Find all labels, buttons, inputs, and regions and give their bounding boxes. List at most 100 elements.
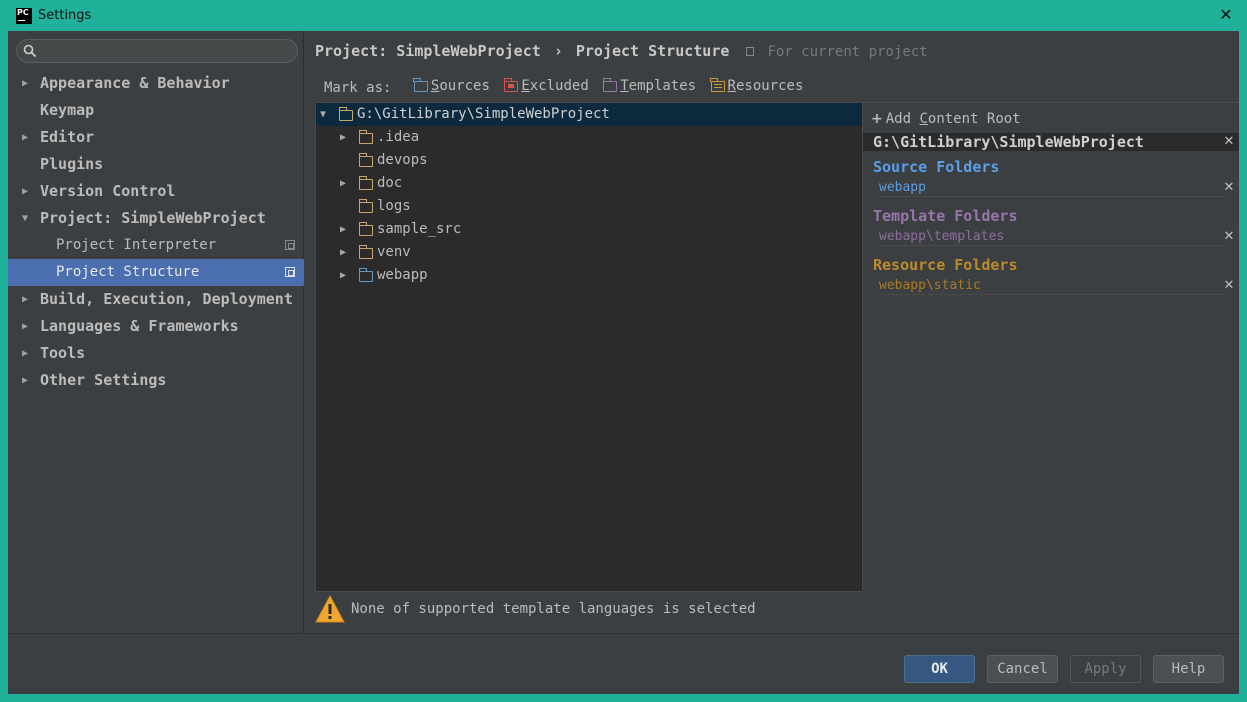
expand-arrow-icon[interactable]: ▶ [340, 241, 352, 264]
project-tree[interactable]: ▼ G:\GitLibrary\SimpleWebProject ▶ .idea… [315, 102, 863, 592]
sidebar-item-label: Editor [40, 128, 95, 146]
help-button[interactable]: Help [1153, 655, 1224, 683]
title-bar: PC Settings ✕ [0, 0, 1247, 31]
expand-arrow-icon[interactable]: ▶ [340, 126, 352, 149]
source-folder-path: webapp [879, 180, 926, 195]
mark-resources-label: esources [735, 78, 804, 94]
settings-nav: ▶ Appearance & Behavior Keymap ▶ Editor … [8, 70, 304, 394]
expand-arrow-icon[interactable]: ▶ [22, 313, 34, 340]
folder-icon [338, 107, 353, 121]
tree-row-logs[interactable]: logs [316, 195, 862, 218]
folder-icon [358, 245, 373, 259]
excluded-folder-icon [503, 77, 519, 92]
folder-icon [358, 130, 373, 144]
folder-icon [358, 222, 373, 236]
sidebar-item-label: Build, Execution, Deployment [40, 290, 293, 308]
remove-content-root-icon[interactable]: ✕ [1223, 133, 1235, 151]
warning-bar: None of supported template languages is … [315, 592, 756, 626]
sidebar-item-label: Plugins [40, 155, 104, 173]
expand-arrow-icon[interactable]: ▶ [340, 218, 352, 241]
mark-as-toolbar: Mark as: Sources Excluded Templates Reso… [324, 76, 809, 96]
window-close-icon[interactable]: ✕ [1217, 6, 1235, 24]
expand-arrow-icon[interactable]: ▶ [22, 340, 34, 367]
search-box[interactable] [16, 39, 298, 63]
tree-root-row[interactable]: ▼ G:\GitLibrary\SimpleWebProject [316, 103, 862, 126]
apply-button[interactable]: Apply [1070, 655, 1141, 683]
tree-row-venv[interactable]: ▶ venv [316, 241, 862, 264]
sidebar-item-version-control[interactable]: ▶ Version Control [8, 178, 304, 205]
ok-button[interactable]: OK [904, 655, 975, 683]
resource-folder-path: webapp\static [879, 278, 981, 293]
expand-arrow-icon[interactable]: ▶ [22, 70, 34, 97]
templates-folder-icon [602, 77, 618, 92]
template-folder-item[interactable]: webapp\templates ✕ [879, 228, 1234, 246]
add-content-root-button[interactable]: + Add Content Root [871, 109, 1021, 129]
mark-resources-button[interactable]: Resources [710, 76, 804, 96]
mark-sources-button[interactable]: Sources [413, 76, 490, 96]
sidebar-item-other-settings[interactable]: ▶ Other Settings [8, 367, 304, 394]
source-folder-item[interactable]: webapp ✕ [879, 179, 1234, 197]
tree-root-label: G:\GitLibrary\SimpleWebProject [357, 106, 610, 122]
resource-folder-item[interactable]: webapp\static ✕ [879, 277, 1234, 295]
remove-template-folder-icon[interactable]: ✕ [1223, 228, 1235, 246]
expand-arrow-icon[interactable]: ▶ [22, 367, 34, 394]
sidebar-item-project-structure[interactable]: Project Structure [8, 259, 304, 286]
warning-text: None of supported template languages is … [351, 601, 756, 617]
expand-arrow-icon[interactable]: ▶ [340, 264, 352, 287]
sidebar-item-appearance-behavior[interactable]: ▶ Appearance & Behavior [8, 70, 304, 97]
content-root-path: G:\GitLibrary\SimpleWebProject [873, 133, 1144, 151]
expand-arrow-icon[interactable]: ▶ [340, 172, 352, 195]
expand-arrow-icon[interactable]: ▶ [22, 124, 34, 151]
expand-arrow-icon[interactable]: ▶ [22, 286, 34, 313]
tree-row-devops[interactable]: devops [316, 149, 862, 172]
sidebar-item-plugins[interactable]: Plugins [8, 151, 304, 178]
pycharm-app-icon: PC [16, 7, 32, 24]
mark-templates-button[interactable]: Templates [602, 76, 697, 96]
tree-row-label: doc [377, 175, 403, 191]
collapse-arrow-icon[interactable]: ▼ [22, 205, 34, 232]
collapse-arrow-icon[interactable]: ▼ [320, 103, 332, 126]
sidebar-item-project[interactable]: ▼ Project: SimpleWebProject [8, 205, 304, 232]
tree-row-label: .idea [377, 129, 420, 145]
breadcrumb-separator: › [553, 42, 563, 60]
tree-row-label: logs [377, 198, 411, 214]
mark-resources-mnemonic: R [727, 78, 736, 94]
expand-arrow-icon[interactable]: ▶ [22, 178, 34, 205]
sidebar-item-label: Project Structure [56, 264, 200, 280]
sidebar-item-tools[interactable]: ▶ Tools [8, 340, 304, 367]
add-content-root-label-pre: Add [885, 111, 920, 127]
sidebar-item-keymap[interactable]: Keymap [8, 97, 304, 124]
sources-folder-icon [413, 77, 428, 92]
sidebar-item-build-execution-deployment[interactable]: ▶ Build, Execution, Deployment [8, 286, 304, 313]
tree-row-label: sample_src [377, 221, 462, 237]
mark-sources-mnemonic: S [430, 78, 440, 94]
sidebar-item-project-interpreter[interactable]: Project Interpreter [8, 232, 304, 259]
window-title: Settings [38, 8, 92, 23]
search-input[interactable] [41, 42, 291, 60]
search-icon [23, 44, 37, 58]
mark-templates-mnemonic: T [620, 78, 629, 94]
sidebar-item-label: Languages & Frameworks [40, 317, 239, 335]
project-scope-icon [746, 47, 755, 56]
sidebar-item-editor[interactable]: ▶ Editor [8, 124, 304, 151]
add-content-root-mnemonic: C [919, 111, 928, 127]
remove-resource-folder-icon[interactable]: ✕ [1223, 277, 1235, 295]
project-scope-icon [285, 240, 295, 250]
source-folder-icon [358, 268, 373, 282]
tree-row-sample-src[interactable]: ▶ sample_src [316, 218, 862, 241]
sidebar-item-languages-frameworks[interactable]: ▶ Languages & Frameworks [8, 313, 304, 340]
sidebar-item-label: Project: SimpleWebProject [40, 209, 266, 227]
tree-row-idea[interactable]: ▶ .idea [316, 126, 862, 149]
project-structure-panel: Project: SimpleWebProject › Project Stru… [305, 31, 1239, 633]
plus-icon: + [871, 111, 883, 127]
sidebar-item-label: Other Settings [40, 371, 167, 389]
add-content-root-label-post: ontent Root [927, 111, 1021, 127]
cancel-button[interactable]: Cancel [987, 655, 1058, 683]
settings-sidebar: ▶ Appearance & Behavior Keymap ▶ Editor … [8, 31, 304, 633]
tree-row-doc[interactable]: ▶ doc [316, 172, 862, 195]
mark-excluded-button[interactable]: Excluded [503, 76, 589, 96]
project-scope-icon [285, 267, 295, 277]
mark-templates-label: emplates [628, 78, 697, 94]
tree-row-webapp[interactable]: ▶ webapp [316, 264, 862, 287]
remove-source-folder-icon[interactable]: ✕ [1223, 179, 1235, 197]
